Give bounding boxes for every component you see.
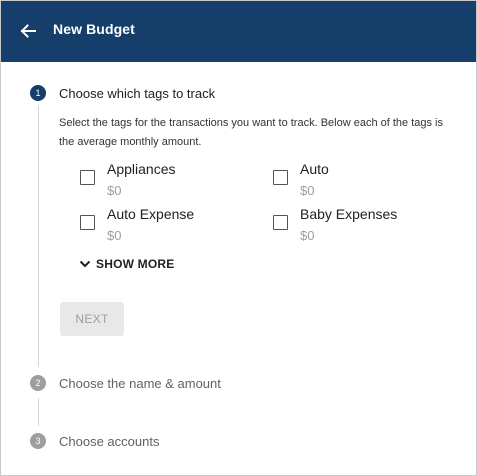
step-connector-1	[38, 105, 39, 367]
back-button[interactable]	[18, 21, 38, 41]
step-3-indicator: 3	[30, 433, 46, 449]
tag-checkbox[interactable]	[273, 215, 288, 230]
tag-average-amount: $0	[107, 228, 122, 243]
new-budget-page: New Budget 1 Choose which tags to track …	[0, 0, 477, 476]
tag-option-appliances[interactable]: Appliances $0	[80, 161, 260, 205]
next-button[interactable]: NEXT	[60, 302, 124, 336]
step-2-title: Choose the name & amount	[59, 376, 221, 391]
chevron-down-icon	[79, 260, 91, 268]
step-2-indicator: 2	[30, 375, 46, 391]
tag-name: Auto Expense	[107, 206, 195, 222]
tag-name: Baby Expenses	[300, 206, 398, 222]
tag-option-auto[interactable]: Auto $0	[273, 161, 453, 205]
tag-average-amount: $0	[300, 228, 315, 243]
app-bar: New Budget	[1, 1, 476, 62]
tag-name: Auto	[300, 161, 329, 177]
step-connector-2	[38, 398, 39, 426]
show-more-label: SHOW MORE	[96, 257, 175, 271]
tag-option-baby-expenses[interactable]: Baby Expenses $0	[273, 206, 453, 250]
arrow-left-icon	[20, 24, 36, 38]
tag-average-amount: $0	[107, 183, 122, 198]
tag-average-amount: $0	[300, 183, 315, 198]
page-title: New Budget	[53, 21, 135, 37]
step-description: Select the tags for the transactions you…	[59, 117, 443, 148]
tag-checkbox[interactable]	[80, 215, 95, 230]
tag-checkbox[interactable]	[273, 170, 288, 185]
tag-option-auto-expense[interactable]: Auto Expense $0	[80, 206, 260, 250]
show-more-button[interactable]: SHOW MORE	[79, 256, 174, 272]
step-3-title: Choose accounts	[59, 434, 160, 449]
step-1-title: Choose which tags to track	[59, 86, 216, 101]
tag-checkbox[interactable]	[80, 170, 95, 185]
tag-name: Appliances	[107, 161, 176, 177]
step-1-indicator: 1	[30, 85, 46, 101]
